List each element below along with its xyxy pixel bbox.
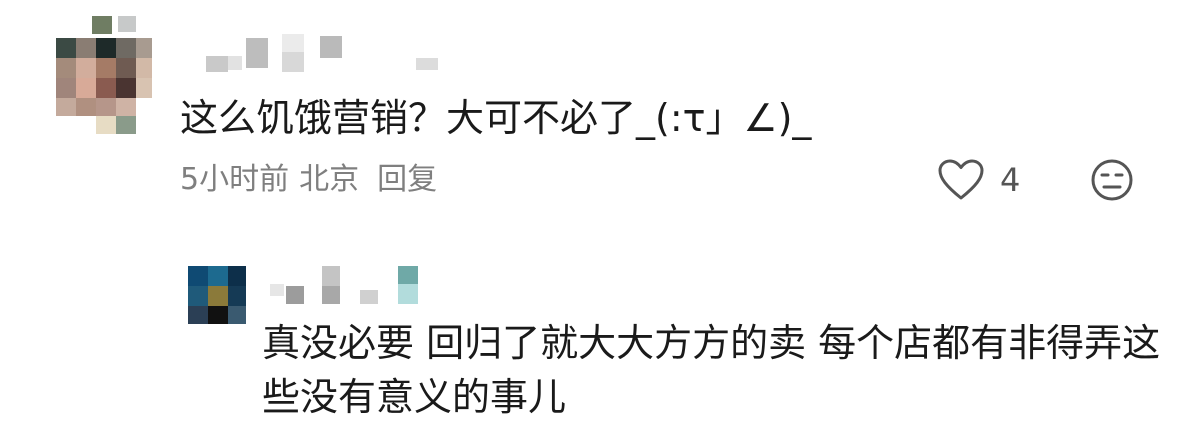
comment-meta: 5小时前 北京 回复: [180, 158, 447, 202]
neutral-face-icon[interactable]: [1090, 158, 1134, 202]
comment-text: 这么饥饿营销？大可不必了_(:τ」∠)_: [180, 96, 812, 140]
reply-username[interactable]: [262, 266, 422, 306]
comment-location: 北京: [299, 162, 360, 197]
reply-button[interactable]: 回复: [377, 162, 437, 197]
like-count: 4: [1000, 161, 1021, 199]
commenter-avatar[interactable]: [56, 16, 152, 134]
reply-avatar[interactable]: [188, 266, 246, 324]
comment-time: 5小时前: [180, 162, 290, 197]
reply-text: 真没必要 回归了就大大方方的卖 每个店都有非得弄这些没有意义的事儿: [262, 321, 1161, 419]
heart-outline-icon[interactable]: [936, 158, 986, 202]
commenter-username[interactable]: [206, 30, 446, 80]
